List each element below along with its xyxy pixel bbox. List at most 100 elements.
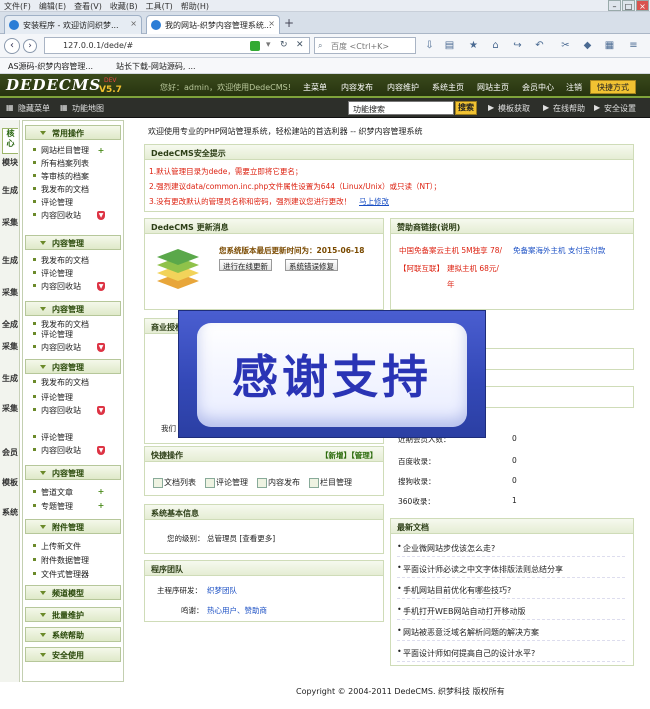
add-icon[interactable]: + [97, 502, 105, 510]
quick-categories[interactable]: 栏目管理 [309, 477, 352, 488]
hide-menu-link[interactable]: 隐藏菜单 [18, 103, 50, 114]
menu-item-my-docs[interactable]: 我发布的文档 [31, 377, 89, 388]
tab-mysite[interactable]: 我的网站-织梦内容管理系统... × [146, 15, 280, 34]
forward-icon[interactable]: › [23, 39, 37, 53]
quick-doc-list[interactable]: 文档列表 [153, 477, 196, 488]
nav-content-maintain[interactable]: 内容维护 [387, 82, 419, 93]
apps-icon[interactable]: ▦ [604, 40, 615, 51]
menu-item-my-docs[interactable]: 我发布的文档 [31, 255, 89, 266]
menu-item-comments[interactable]: 评论管理 [31, 268, 73, 279]
menu-section-attachments[interactable]: 附件管理 [25, 519, 121, 534]
new-tab-icon[interactable]: + [284, 16, 294, 30]
nav-system-home[interactable]: 系统主页 [432, 82, 464, 93]
change-now-link[interactable]: 马上修改 [359, 196, 389, 207]
online-update-button[interactable]: 进行在线更新 [219, 259, 272, 271]
menu-item-comments[interactable]: 评论管理 [31, 329, 73, 340]
tab-install[interactable]: 安装程序 - 欢迎访问织梦... × [4, 15, 142, 34]
news-item[interactable]: 企业微网站步伐该怎么走? [397, 537, 625, 557]
quick-publish[interactable]: 内容发布 [257, 477, 300, 488]
back-icon[interactable]: ‹ [4, 38, 20, 54]
menu-item-comments[interactable]: 评论管理 [31, 432, 73, 443]
vtab-collect[interactable]: 采集 [2, 218, 18, 244]
menu-item-pipeline[interactable]: 管道文章 [31, 487, 73, 498]
close-icon[interactable]: × [130, 19, 137, 28]
menu-icon[interactable]: ≡ [628, 40, 639, 51]
fix-errors-button[interactable]: 系统错误修复 [285, 259, 338, 271]
menu-item-all-archives[interactable]: 所有档案列表 [31, 158, 89, 169]
vtab-generate[interactable]: 生成 [2, 186, 18, 212]
share-icon[interactable]: ↪ [512, 40, 523, 51]
vtab-generate[interactable]: 生成 [2, 374, 18, 400]
add-icon[interactable]: + [97, 147, 105, 155]
dropdown-icon[interactable]: ▾ [266, 40, 271, 50]
vtab-collect[interactable]: 采集 [2, 288, 18, 314]
bookmark-2[interactable]: 站长下载-网站源码, ... [116, 61, 196, 72]
menu-item-topics[interactable]: 专题管理 [31, 501, 73, 512]
menu-section-content[interactable]: 内容管理 [25, 465, 121, 480]
add-icon[interactable]: + [97, 488, 105, 496]
menu-section-help[interactable]: 系统帮助 [25, 627, 121, 642]
close-icon[interactable]: × [268, 19, 275, 28]
menu-item-recycle[interactable]: 内容回收站 [31, 281, 81, 292]
close-window-icon[interactable]: × [636, 0, 649, 11]
security-settings-link[interactable]: 安全设置 [604, 103, 636, 114]
star-icon[interactable]: ★ [468, 40, 479, 51]
vtab-collect[interactable]: 采集 [2, 342, 18, 368]
news-item[interactable]: 平面设计师如何提高自己的设计水平? [397, 642, 625, 662]
vtab-generate[interactable]: 生成 [2, 256, 18, 282]
menu-item-upload[interactable]: 上传新文件 [31, 541, 81, 552]
sponsor-link-1[interactable]: 中国免备案云主机 5M独享 78/ [399, 245, 502, 256]
vtab-module[interactable]: 模块 [2, 158, 18, 184]
stop-icon[interactable]: ✕ [296, 40, 304, 50]
menu-section-content[interactable]: 内容管理 [25, 359, 121, 374]
tools-icon[interactable]: ✂ [560, 40, 571, 51]
shield-icon[interactable] [250, 41, 260, 51]
function-search-button[interactable]: 搜索 [455, 101, 477, 115]
vtab-collect[interactable]: 采集 [2, 404, 18, 430]
maximize-icon[interactable]: □ [622, 0, 635, 11]
reader-icon[interactable]: ▤ [444, 40, 455, 51]
search-input[interactable]: 百度 <Ctrl+K> [314, 37, 416, 54]
news-item[interactable]: 网站被恶意泛域名解析问题的解决方案 [397, 621, 625, 641]
sponsor-link-2[interactable]: 免备案海外主机 支付宝付款 [513, 245, 605, 256]
vtab-system[interactable]: 系统 [2, 508, 18, 534]
vtab-member[interactable]: 会员 [2, 448, 18, 474]
quick-comments[interactable]: 评论管理 [205, 477, 248, 488]
level-value[interactable]: 总管理员 [查看更多] [207, 533, 275, 544]
news-item[interactable]: 手机打开WEB网站自动打开移动版 [397, 600, 625, 620]
sponsor-link-5[interactable]: 年 [447, 279, 455, 290]
menu-item-pending[interactable]: 等审核的档案 [31, 171, 89, 182]
menu-item-recycle[interactable]: 内容回收站 [31, 210, 81, 221]
nav-site-home[interactable]: 网站主页 [477, 82, 509, 93]
nav-content-publish[interactable]: 内容发布 [341, 82, 373, 93]
menu-section-security[interactable]: 安全使用 [25, 647, 121, 662]
reload-icon[interactable]: ↻ [280, 40, 288, 50]
template-link[interactable]: 模板获取 [498, 103, 530, 114]
menu-section-content[interactable]: 内容管理 [25, 301, 121, 316]
vtab-template[interactable]: 模板 [2, 478, 18, 504]
online-help-link[interactable]: 在线帮助 [553, 103, 585, 114]
quick-way-button[interactable]: 快捷方式 [590, 80, 636, 94]
func-map-link[interactable]: 功能地图 [72, 103, 104, 114]
sponsor-link-4[interactable]: 建拟主机 68元/ [447, 263, 499, 274]
menu-item-recycle[interactable]: 内容回收站 [31, 445, 81, 456]
menu-section-channel[interactable]: 频道模型 [25, 585, 121, 600]
nav-main-menu[interactable]: 主菜单 [303, 82, 327, 93]
nav-logout[interactable]: 注销 [566, 82, 582, 93]
nav-member-center[interactable]: 会员中心 [522, 82, 554, 93]
function-search-input[interactable]: 功能搜索 [348, 101, 454, 115]
sponsor-link-3[interactable]: 【阿联互联】 [399, 263, 444, 274]
minimize-icon[interactable]: – [608, 0, 621, 11]
undo-icon[interactable]: ↶ [534, 40, 545, 51]
news-item[interactable]: 平面设计师必读之中文字体排版法则总结分享 [397, 558, 625, 578]
menu-item-attachment-data[interactable]: 附件数据管理 [31, 555, 89, 566]
menu-item-recycle[interactable]: 内容回收站 [31, 342, 81, 353]
menu-item-my-docs[interactable]: 我发布的文档 [31, 184, 89, 195]
news-item[interactable]: 手机网站目前优化有哪些技巧? [397, 579, 625, 599]
menu-item-recycle[interactable]: 内容回收站 [31, 405, 81, 416]
menu-item-file-manager[interactable]: 文件式管理器 [31, 569, 89, 580]
menu-section-content[interactable]: 内容管理 [25, 235, 121, 250]
home-icon[interactable]: ⌂ [490, 40, 501, 51]
menu-section-common[interactable]: 常用操作 [25, 125, 121, 140]
menu-item-category[interactable]: 网站栏目管理 [31, 145, 89, 156]
